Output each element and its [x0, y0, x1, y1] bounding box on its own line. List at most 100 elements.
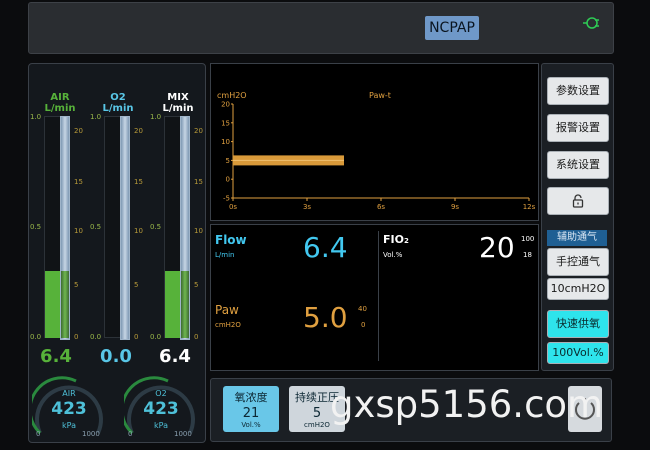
x-tick-label: 6s	[377, 203, 385, 211]
paw-low-limit: 0	[361, 321, 366, 329]
o2-tick-right: 20	[134, 127, 143, 135]
chart-unit-label: cmH2O	[217, 91, 247, 100]
air-tick-right: 5	[74, 281, 79, 289]
o2-tick-right: 5	[134, 281, 139, 289]
paw-label: Paw	[215, 303, 239, 317]
fio2-label: FIO2	[383, 233, 409, 246]
system-settings-button[interactable]: 系统设置	[547, 151, 609, 179]
fio2-label-main: FIO	[383, 233, 404, 246]
oxygen-concentration-unit: Vol.%	[241, 421, 261, 429]
flow-value: 6.4	[303, 231, 348, 264]
air-flow-value: 6.4	[40, 346, 72, 367]
manual-vent-button[interactable]: 手控通气	[547, 248, 609, 276]
paw-unit: cmH2O	[215, 321, 241, 329]
o2-gauge-min: 0	[128, 430, 133, 438]
rapid-oxygen-value: 100Vol.%	[547, 342, 609, 364]
top-status-bar	[28, 2, 614, 54]
oxygen-concentration-title: 氧浓度	[234, 391, 268, 404]
param-settings-button[interactable]: 参数设置	[547, 77, 609, 105]
fio2-low-limit: 18	[523, 251, 532, 259]
oxygen-concentration-value: 21	[242, 406, 260, 421]
o2-gauge-max: 1000	[174, 430, 192, 438]
y-tick-label: -5	[223, 195, 230, 203]
watermark: gxsp5156.com	[330, 383, 604, 426]
mode-badge: NCPAP	[425, 16, 479, 40]
y-tick-label: 10	[221, 138, 230, 146]
o2-gauge-unit: kPa	[154, 421, 168, 430]
x-tick-label: 12s	[523, 203, 536, 211]
mix-tick-left: 0.0	[150, 333, 162, 341]
air-tick-right: 15	[74, 178, 83, 186]
rapid-oxygen-button[interactable]: 快速供氧	[547, 310, 609, 338]
o2-meter-title: O2 L/min	[100, 92, 136, 114]
air-gauge-value: 423	[51, 399, 87, 419]
mix-flow-value: 6.4	[159, 346, 191, 367]
flow-unit: L/min	[215, 251, 235, 259]
readout-panel: Flow L/min 6.4 Paw cmH2O 5.0 40 0 FIO2 V…	[210, 224, 539, 371]
air-gauge-label: AIR	[62, 389, 76, 398]
readout-divider	[378, 231, 379, 361]
o2-glass-tube	[120, 116, 130, 340]
fio2-value: 20	[479, 231, 515, 264]
alarm-settings-button[interactable]: 报警设置	[547, 114, 609, 142]
x-tick-label: 9s	[451, 203, 459, 211]
air-tick-left: 0.0	[30, 333, 42, 341]
air-gauge-min: 0	[36, 430, 41, 438]
o2-flow-value: 0.0	[100, 346, 132, 367]
y-tick-label: 0	[226, 176, 230, 184]
chart-title: Paw-t	[369, 91, 391, 100]
o2-meter-name: O2	[110, 92, 126, 103]
o2-gauge-label: O2	[155, 389, 167, 398]
fio2-high-limit: 100	[521, 235, 535, 243]
x-tick-label: 0s	[229, 203, 237, 211]
mix-tick-right: 20	[194, 127, 203, 135]
flow-label: Flow	[215, 233, 247, 247]
y-tick-label: 15	[221, 119, 230, 127]
mix-tick-right: 10	[194, 227, 203, 235]
mix-meter-title: MIX L/min	[160, 92, 196, 114]
fio2-unit: Vol.%	[383, 251, 403, 259]
o2-tick-right: 15	[134, 178, 143, 186]
paw-value: 5.0	[303, 301, 348, 334]
air-tick-right: 0	[74, 333, 79, 341]
x-tick-label: 3s	[303, 203, 311, 211]
o2-tick-left: 0.0	[90, 333, 102, 341]
o2-gauge-value: 423	[143, 399, 179, 419]
air-meter-unit: L/min	[44, 103, 76, 114]
air-gauge-max: 1000	[82, 430, 100, 438]
mix-glass-level	[181, 271, 189, 338]
air-level-bar	[45, 271, 61, 338]
o2-tick-right: 10	[134, 227, 143, 235]
chart-axes	[232, 104, 529, 199]
mix-meter-unit: L/min	[162, 103, 194, 114]
lock-button[interactable]	[547, 187, 609, 215]
air-tick-right: 20	[74, 127, 83, 135]
paw-waveform-chart: cmH2O Paw-t 20 15 10 5 0 -50s 3s 6s 9s 12s	[217, 91, 536, 211]
o2-tick-left: 0.5	[90, 223, 102, 231]
air-pressure-gauge: AIR 423 kPa 0 1000	[28, 373, 106, 439]
air-tick-left: 0.5	[30, 223, 42, 231]
mix-tick-right: 0	[194, 333, 199, 341]
o2-tick-left: 1.0	[90, 113, 102, 121]
lock-icon	[572, 194, 584, 208]
mix-tick-right: 5	[194, 281, 199, 289]
mix-tick-right: 15	[194, 178, 203, 186]
o2-tick-right: 0	[134, 333, 139, 341]
fio2-label-sub: 2	[403, 237, 409, 245]
o2-meter-unit: L/min	[102, 103, 134, 114]
air-meter-title: AIR L/min	[42, 92, 78, 114]
y-tick-label: 5	[226, 157, 230, 165]
manual-vent-value: 10cmH2O	[547, 278, 609, 300]
air-glass-level	[61, 271, 69, 338]
air-meter-name: AIR	[50, 92, 70, 103]
mix-level-bar	[165, 271, 181, 338]
y-tick-label: 20	[221, 101, 230, 109]
pressure-waveform-panel: cmH2O Paw-t 20 15 10 5 0 -5 0s 3s 6s 9s 12s	[210, 63, 539, 221]
oxygen-concentration-control[interactable]: 氧浓度 21 Vol.%	[223, 386, 279, 432]
plug-icon	[582, 14, 600, 32]
air-tick-right: 10	[74, 227, 83, 235]
mix-meter-name: MIX	[167, 92, 189, 103]
mix-tick-left: 1.0	[150, 113, 162, 121]
o2-pressure-gauge: O2 423 kPa 0 1000	[120, 373, 198, 439]
assist-vent-section: 辅助通气	[547, 230, 607, 246]
